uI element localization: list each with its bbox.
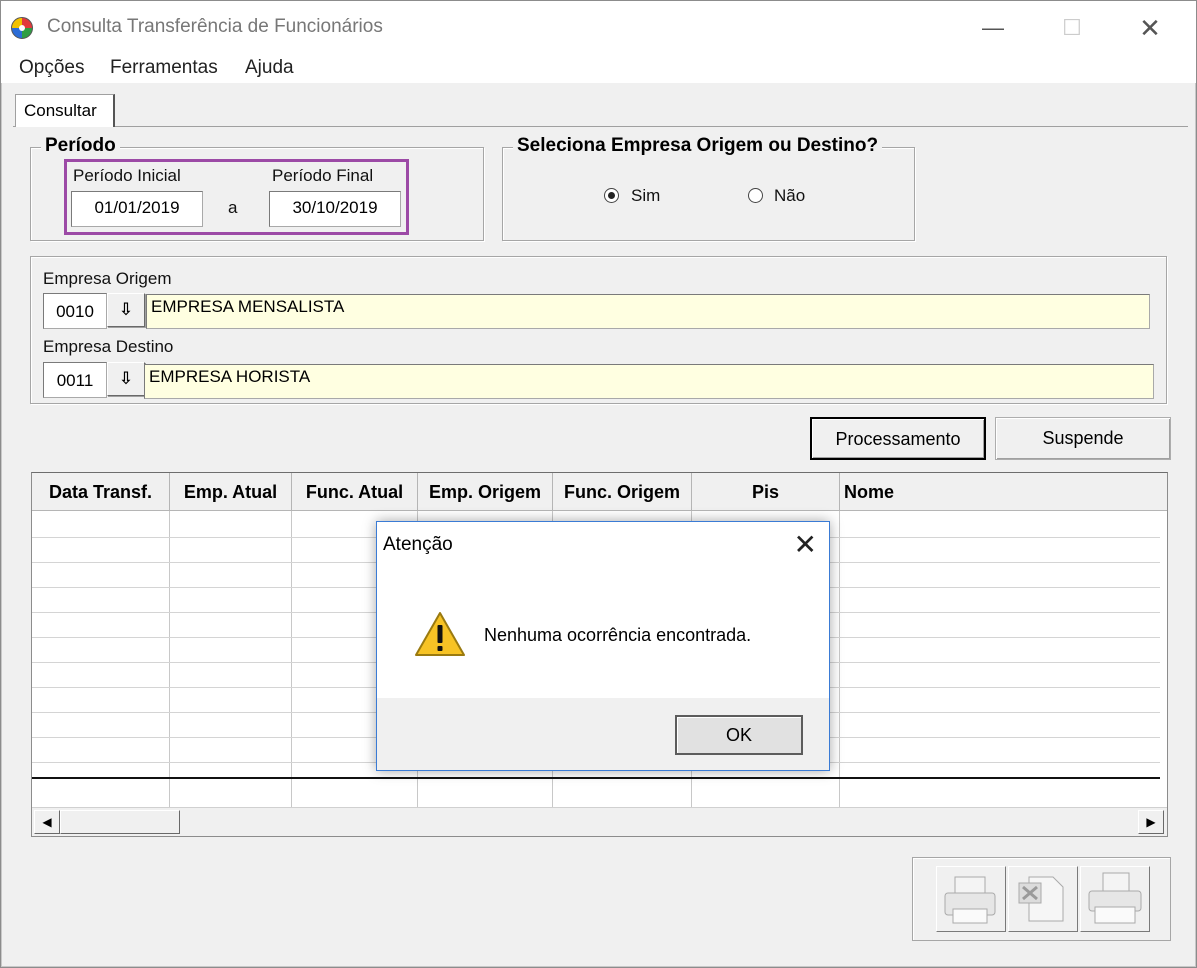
grid-divider [32,777,1160,779]
menu-ferramentas[interactable]: Ferramentas [110,57,218,79]
processamento-button[interactable]: Processamento [810,417,986,460]
empresa-origem-dropdown-button[interactable]: ⇩ [107,293,145,327]
main-window: Consulta Transferência de Funcionários —… [0,0,1197,968]
dialog-message: Nenhuma ocorrência encontrada. [484,625,752,645]
seleciona-group: Seleciona Empresa Origem ou Destino? [502,135,915,241]
warning-icon [415,612,465,656]
column-header[interactable]: Data Transf. [32,473,170,511]
column-header[interactable]: Emp. Origem [418,473,553,511]
empresa-destino-dropdown-button[interactable]: ⇩ [107,362,145,396]
dialog-footer: OK [377,698,829,770]
close-button[interactable]: ✕ [1128,11,1172,45]
scroll-right-icon[interactable]: ▶ [1138,810,1164,834]
dialog-title: Atenção [383,534,453,555]
title-bar: Consulta Transferência de Funcionários —… [1,1,1196,53]
print-preview-button[interactable] [1080,866,1150,932]
menu-ajuda[interactable]: Ajuda [245,57,294,79]
scroll-thumb[interactable] [60,810,180,834]
dialog-close-icon[interactable]: ✕ [794,528,817,562]
column-header[interactable]: Nome [840,473,1167,511]
alert-dialog: Atenção ✕ Nenhuma ocorrência encontrada.… [376,521,830,771]
radio-nao-label[interactable]: Não [774,186,805,206]
grid-header: Data Transf. Emp. Atual Func. Atual Emp.… [32,473,1167,511]
suspende-button[interactable]: Suspende [995,417,1171,460]
empresa-destino-code-input[interactable]: 0011 [43,362,107,398]
empresa-origem-label: Empresa Origem [43,269,172,288]
excel-icon [1018,876,1064,922]
radio-sim-label[interactable]: Sim [631,186,660,206]
printer-preview-icon [1088,872,1142,924]
window-title: Consulta Transferência de Funcionários [47,16,383,37]
horizontal-scrollbar[interactable]: ◀ ▶ [32,807,1167,836]
menu-opcoes[interactable]: Opções [19,57,84,79]
maximize-button[interactable]: ☐ [1050,11,1094,45]
tab-consultar[interactable]: Consultar [15,94,115,127]
empresa-destino-label: Empresa Destino [43,337,174,356]
radio-sim[interactable] [604,188,619,203]
radio-nao[interactable] [748,188,763,203]
period-highlight-frame [64,159,409,235]
empresa-origem-name: EMPRESA MENSALISTA [146,294,1150,329]
column-header[interactable]: Func. Origem [553,473,692,511]
export-toolbar [912,857,1171,941]
scroll-left-icon[interactable]: ◀ [34,810,60,834]
seleciona-group-title: Seleciona Empresa Origem ou Destino? [513,135,883,157]
printer-icon [944,876,996,924]
column-header[interactable]: Pis [692,473,840,511]
empresa-destino-name: EMPRESA HORISTA [144,364,1154,399]
column-header[interactable]: Func. Atual [292,473,418,511]
ok-button[interactable]: OK [675,715,803,755]
empresa-origem-code-input[interactable]: 0010 [43,293,107,329]
menu-bar: Opções Ferramentas Ajuda [1,53,1196,83]
minimize-button[interactable]: — [971,11,1015,45]
column-header[interactable]: Emp. Atual [170,473,292,511]
excel-export-button[interactable] [1008,866,1078,932]
print-button[interactable] [936,866,1006,932]
periodo-group-title: Período [41,135,120,157]
app-logo-icon [11,17,33,39]
